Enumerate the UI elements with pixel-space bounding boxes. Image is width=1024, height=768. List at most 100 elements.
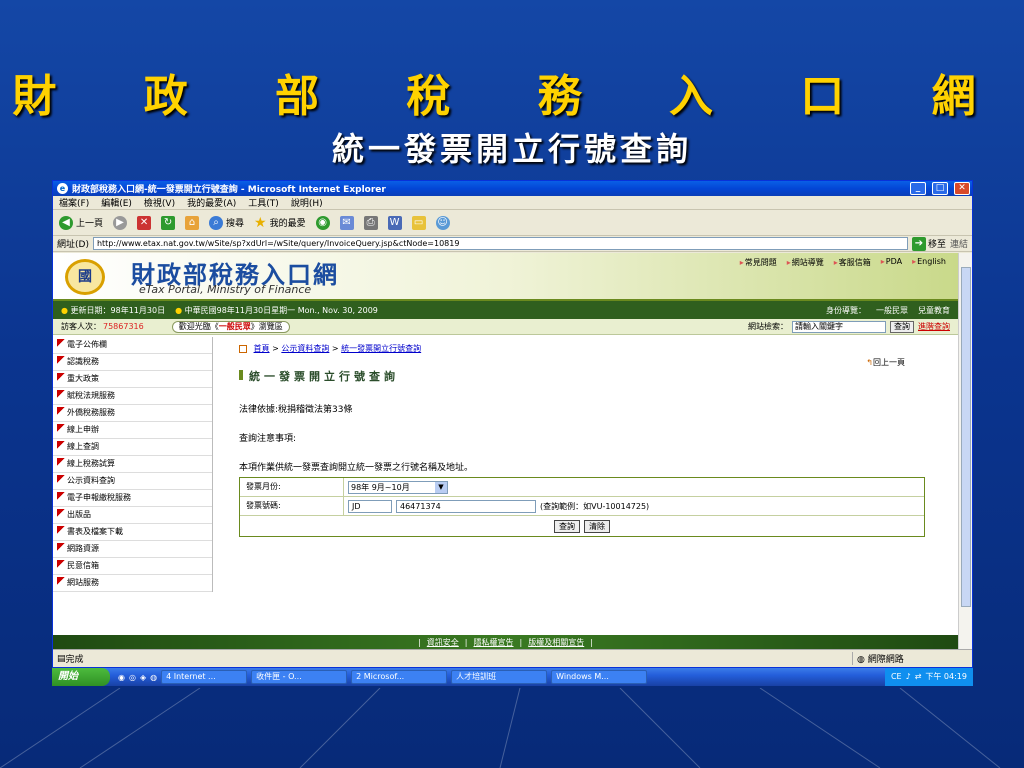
search-button[interactable]: ⌕ 搜尋 [209,215,245,230]
footer-link-security[interactable]: 資訊安全 [427,638,459,647]
sidebar-item[interactable]: 出版品 [53,507,212,524]
go-button[interactable]: ➔ 移至 [911,236,946,251]
site-search-input[interactable]: 請輸入關鍵字 [792,320,886,333]
address-input[interactable]: http://www.etax.nat.gov.tw/wSite/sp?xdUr… [92,237,908,250]
site-english-name: eTax Portal, Ministry of Finance [139,283,312,296]
maximize-button[interactable]: □ [932,182,948,195]
favorites-button[interactable]: ★ 我的最愛 [254,215,306,231]
menu-tools[interactable]: 工具(T) [248,196,279,209]
top-link-contact[interactable]: 客服信箱 [834,257,871,268]
sidebar-item[interactable]: 電子申報繳稅服務 [53,490,212,507]
top-link-english[interactable]: English [912,257,946,268]
identity-kids[interactable]: 兒童教育 [918,305,950,316]
site-search-button[interactable]: 查詢 [890,320,914,333]
sidebar-item[interactable]: 電子公佈欄 [53,337,212,354]
sidebar-item[interactable]: 書表及檔案下載 [53,524,212,541]
close-button[interactable]: ✕ [954,182,970,195]
task-item[interactable]: 2 Microsof... [351,670,448,684]
browser-window: e 財政部稅務入口網-統一發票開立行號查詢 - Microsoft Intern… [52,180,973,668]
today-date-text: 中華民國98年11月30日星期一 Mon., Nov. 30, 2009 [184,305,378,315]
links-label[interactable]: 連結 [950,237,968,250]
edit-icon[interactable]: W [387,215,402,230]
quick-launch-icon[interactable]: ◉ [118,673,125,682]
sidebar-item[interactable]: 公示資料查詢 [53,473,212,490]
title-bar-icon [239,370,243,380]
start-button[interactable]: 開始 [52,668,110,686]
volume-icon[interactable]: ♪ [906,668,911,686]
identity-guide: 身份導覽： 一般民眾 兒童教育 [826,305,950,316]
sidebar-item[interactable]: 線上稅務試算 [53,456,212,473]
number-label: 發票號碼: [240,497,344,515]
menu-edit[interactable]: 編輯(E) [101,196,132,209]
task-item[interactable]: 收件匣 - O... [251,670,348,684]
clear-button[interactable]: 清除 [584,519,610,533]
folder-icon[interactable]: ▭ [411,215,426,230]
month-label: 發票月份: [240,478,344,496]
stop-icon[interactable]: ✕ [137,215,152,230]
top-link-faq[interactable]: 常見問題 [740,257,777,268]
top-link-pda[interactable]: PDA [881,257,902,268]
visitor-count: 75867316 [103,322,144,331]
menu-view[interactable]: 檢視(V) [144,196,175,209]
form-buttons: 查詢 清除 [240,516,924,536]
invoice-prefix-input[interactable]: JD [348,499,392,513]
page-title-text: 統一發票開立行號查詢 [249,370,399,383]
top-link-sitemap[interactable]: 網站導覽 [787,257,824,268]
back-link[interactable]: ↰回上一頁 [866,357,905,368]
page-title: 統一發票開立行號查詢 [239,368,929,384]
sidebar-item[interactable]: 線上查調 [53,439,212,456]
sidebar-item[interactable]: 線上申辦 [53,422,212,439]
ie-icon: e [57,183,68,194]
submit-button[interactable]: 查詢 [554,519,580,533]
input-method-indicator[interactable]: CE [891,668,902,686]
advanced-search-link[interactable]: 進階查詢 [918,321,950,332]
sidebar-item[interactable]: 重大政策 [53,371,212,388]
messenger-icon[interactable]: ☺ [435,215,450,230]
back-link-label: 回上一頁 [873,358,905,367]
sidebar-item[interactable]: 網路資源 [53,541,212,558]
footer-link-privacy[interactable]: 隱私權宣告 [474,638,514,647]
quick-launch-icon[interactable]: ◎ [129,673,136,682]
invoice-number-input[interactable]: 46471374 [396,499,536,513]
page-icon: ▤ [57,653,66,664]
breadcrumb-current[interactable]: 統一發票開立行號查詢 [341,344,421,353]
menu-favorites[interactable]: 我的最愛(A) [187,196,236,209]
quick-launch-icon[interactable]: ◈ [140,673,146,682]
back-label: 上一頁 [76,219,104,229]
footer-link-copyright[interactable]: 版權及相關宣告 [528,638,584,647]
forward-icon[interactable]: ▶ [113,215,128,230]
vertical-scrollbar[interactable] [958,253,972,651]
site-logo[interactable]: 國 [65,259,105,295]
welcome-area: 歡迎光臨《一般民眾》瀏覽區 [171,320,290,333]
quick-launch-icon[interactable]: ◍ [150,673,157,682]
menu-file[interactable]: 檔案(F) [59,196,89,209]
mail-icon[interactable]: ✉ [339,215,354,230]
zone-indicator: ◍ 網際網路 [852,652,972,665]
task-item[interactable]: 人才培訓班 [451,670,548,684]
scrollbar-thumb[interactable] [961,267,971,607]
sidebar-item[interactable]: 民意信箱 [53,558,212,575]
print-icon[interactable]: ⎙ [363,215,378,230]
sidebar-item[interactable]: 認識稅務 [53,354,212,371]
menu-help[interactable]: 說明(H) [291,196,323,209]
window-titlebar: e 財政部稅務入口網-統一發票開立行號查詢 - Microsoft Intern… [53,181,972,196]
search-label: 搜尋 [226,219,245,229]
quick-launch: ◉ ◎ ◈ ◍ [118,673,157,682]
star-icon: ★ [254,214,267,231]
sidebar-item[interactable]: 賦稅法規服務 [53,388,212,405]
sidebar-item[interactable]: 外僑稅務服務 [53,405,212,422]
identity-general[interactable]: 一般民眾 [876,305,908,316]
back-button[interactable]: ◀ 上一頁 [59,215,104,230]
refresh-icon[interactable]: ↻ [161,215,176,230]
breadcrumb-separator: > [269,344,282,353]
network-icon[interactable]: ⇄ [915,668,922,686]
home-icon[interactable]: ⌂ [185,215,200,230]
minimize-button[interactable]: _ [910,182,926,195]
breadcrumb-home[interactable]: 首頁 [254,344,270,353]
task-item[interactable]: 4 Internet ... [161,670,248,684]
breadcrumb-public-data[interactable]: 公示資料查詢 [281,344,329,353]
sidebar-item[interactable]: 網站服務 [53,575,212,592]
task-item[interactable]: Windows M... [551,670,648,684]
media-icon[interactable]: ◉ [315,215,330,230]
month-select[interactable]: 98年 9月~10月 ▼ [348,480,448,494]
